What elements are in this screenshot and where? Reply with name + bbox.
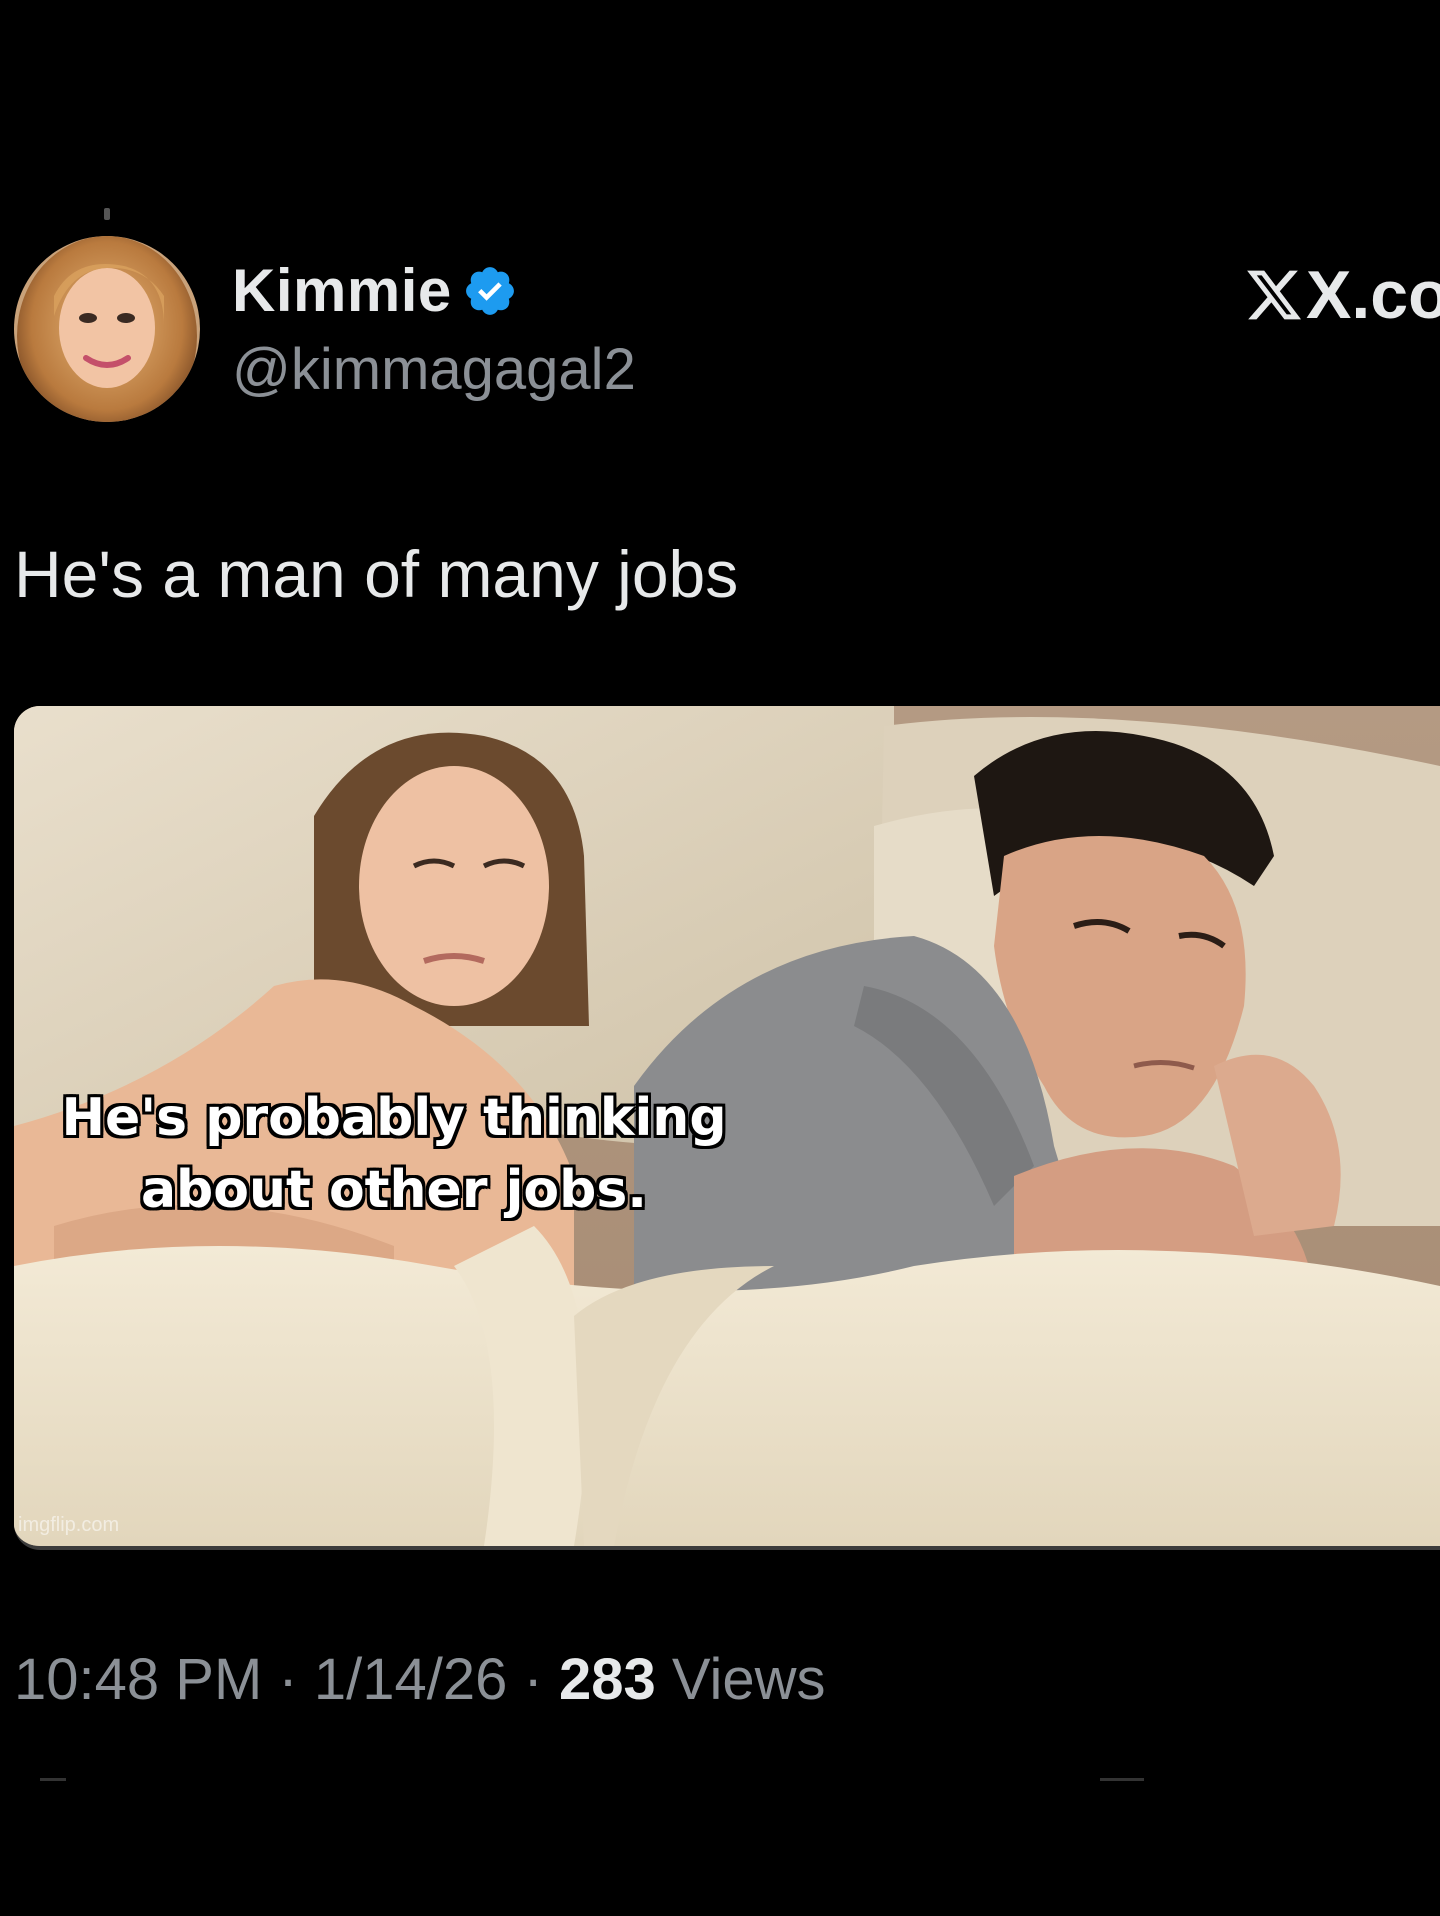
tweet-meta: 10:48 PM · 1/14/26 · 283 Views xyxy=(14,1646,826,1713)
verified-badge-icon xyxy=(465,266,514,315)
tweet-text: He's a man of many jobs xyxy=(14,537,739,611)
meta-separator-2: · xyxy=(523,1647,543,1712)
profile-photo-icon xyxy=(14,236,200,422)
source-label: X.com xyxy=(1244,256,1440,334)
image-watermark: imgflip.com xyxy=(18,1514,120,1536)
status-dot xyxy=(104,208,110,220)
x-logo-icon xyxy=(1247,270,1302,320)
tweet-time[interactable]: 10:48 PM xyxy=(14,1647,262,1712)
author-name[interactable]: Kimmie xyxy=(232,256,518,325)
views-count[interactable]: 283 xyxy=(559,1647,656,1712)
meme-caption-line-1: He's probably thinking xyxy=(61,1088,727,1148)
meta-separator: · xyxy=(278,1647,298,1712)
author-handle[interactable]: @kimmagagal2 xyxy=(232,336,636,403)
source-text: X.com xyxy=(1306,257,1440,333)
tweet-date[interactable]: 1/14/26 xyxy=(314,1647,508,1712)
meme-caption-line-2: about other jobs. xyxy=(140,1160,648,1220)
tweet-media[interactable]: He's probably thinking about other jobs.… xyxy=(14,706,1440,1550)
divider-right xyxy=(1100,1778,1144,1781)
avatar[interactable] xyxy=(14,236,200,422)
author-display-name: Kimmie xyxy=(232,257,452,324)
views-label: Views xyxy=(671,1647,826,1712)
meme-caption: He's probably thinking about other jobs. xyxy=(34,1082,754,1226)
divider-left xyxy=(40,1778,66,1781)
